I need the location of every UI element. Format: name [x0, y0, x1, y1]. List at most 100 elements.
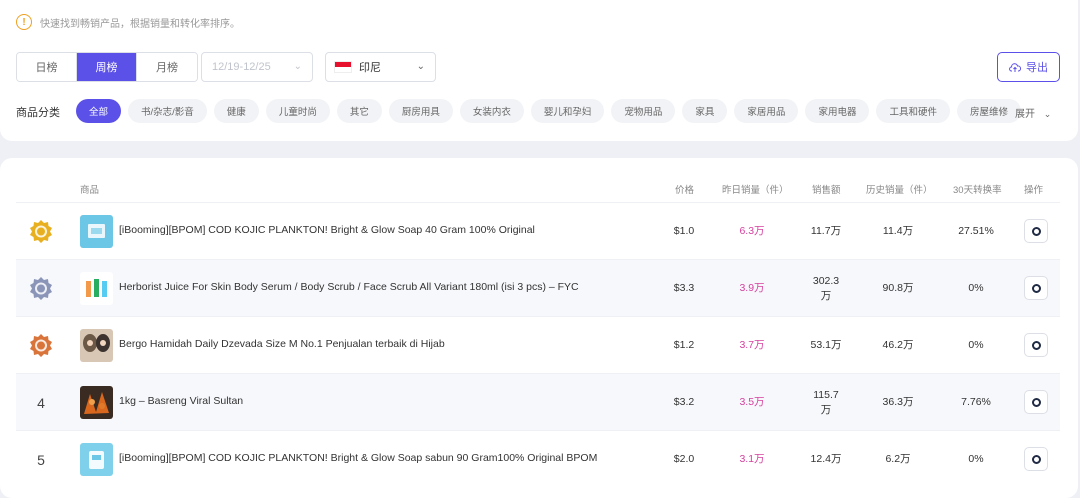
sales-amount-cell: 53.1万 — [810, 339, 842, 351]
sales-amount-cell: 302.3 万 — [812, 274, 840, 302]
medal-icon — [26, 217, 56, 247]
detail-button[interactable] — [1024, 219, 1048, 243]
category-chip[interactable]: 儿童时尚 — [265, 99, 330, 123]
col-conversion: 30天转换率 — [953, 185, 1002, 196]
category-chip[interactable]: 婴儿和孕妇 — [530, 99, 605, 123]
col-action: 操作 — [1024, 185, 1044, 196]
price-cell: $1.2 — [673, 339, 695, 351]
sales-amount-cell: 11.7万 — [810, 225, 842, 237]
col-product: 商品 — [80, 185, 100, 196]
conversion-cell: 0% — [968, 339, 984, 351]
date-range-select[interactable]: 12/19-12/25 ⌄ — [201, 52, 313, 82]
history-sales-cell: 11.4万 — [882, 225, 914, 237]
search-icon — [1031, 397, 1041, 407]
col-yesterday-sales: 昨日销量（件） — [722, 185, 789, 196]
category-chip[interactable]: 家具 — [682, 99, 728, 123]
price-cell: $2.0 — [673, 453, 695, 465]
country-value: 印尼 — [359, 62, 381, 74]
product-name[interactable]: [iBooming][BPOM] COD KOJIC PLANKTON! Bri… — [119, 224, 535, 236]
exclamation-circle-icon: ! — [16, 14, 32, 30]
yesterday-sales-cell: 3.7万 — [739, 339, 765, 351]
price-cell: $1.0 — [673, 225, 695, 237]
category-label: 商品分类 — [16, 107, 60, 119]
ranking-table: 商品 价格 昨日销量（件） 销售额 历史销量（件） 30天转换率 操作 [iBo… — [0, 158, 1078, 498]
filter-panel: ! 快速找到畅销产品，根据销量和转化率排序。 日榜 周榜 月榜 12/19-12… — [0, 0, 1078, 141]
detail-button[interactable] — [1024, 276, 1048, 300]
product-name[interactable]: Herborist Juice For Skin Body Serum / Bo… — [119, 281, 579, 293]
category-chip[interactable]: 宠物用品 — [611, 99, 676, 123]
search-icon — [1031, 226, 1041, 236]
chevron-down-icon: ⌄ — [293, 61, 302, 72]
detail-button[interactable] — [1024, 447, 1048, 471]
tab-weekly[interactable]: 周榜 — [77, 53, 137, 81]
conversion-cell: 0% — [968, 282, 984, 294]
table-row[interactable]: Bergo Hamidah Daily Dzevada Size M No.1 … — [16, 316, 1060, 373]
cloud-upload-icon — [1009, 62, 1021, 72]
tab-daily[interactable]: 日榜 — [17, 53, 77, 81]
yesterday-sales-cell: 6.3万 — [739, 225, 765, 237]
category-chip[interactable]: 书/杂志/影音 — [128, 99, 207, 123]
yesterday-sales-cell: 3.5万 — [739, 396, 765, 408]
chevron-down-icon: ⌄ — [416, 61, 425, 72]
yesterday-sales-cell: 3.9万 — [739, 282, 765, 294]
search-icon — [1031, 283, 1041, 293]
category-chip[interactable]: 房屋维修 — [956, 99, 1021, 123]
category-chips: 全部 书/杂志/影音 健康 儿童时尚 其它 厨房用具 女装内衣 婴儿和孕妇 宠物用品 家具 家居用品… — [76, 99, 1021, 123]
tip-text: 快速找到畅销产品，根据销量和转化率排序。 — [40, 18, 240, 30]
conversion-cell: 0% — [968, 453, 984, 465]
search-icon — [1031, 340, 1041, 350]
sales-amount-cell: 12.4万 — [810, 453, 842, 465]
product-thumbnail[interactable] — [80, 215, 113, 248]
detail-button[interactable] — [1024, 333, 1048, 357]
conversion-cell: 27.51% — [958, 225, 994, 237]
category-chip[interactable]: 工具和硬件 — [876, 99, 950, 123]
table-header: 商品 价格 昨日销量（件） 销售额 历史销量（件） 30天转换率 操作 — [0, 182, 1078, 202]
detail-button[interactable] — [1024, 390, 1048, 414]
col-sales-amount: 销售额 — [812, 185, 841, 196]
tip-bar: ! 快速找到畅销产品，根据销量和转化率排序。 — [16, 14, 240, 30]
chevron-down-icon: ⌄ — [1043, 109, 1052, 119]
medal-icon — [26, 331, 56, 361]
category-chip[interactable]: 全部 — [76, 99, 122, 123]
product-name[interactable]: Bergo Hamidah Daily Dzevada Size M No.1 … — [119, 338, 445, 350]
category-chip[interactable]: 家用电器 — [805, 99, 870, 123]
search-icon — [1031, 454, 1041, 464]
expand-button[interactable]: 展开 ⌄ — [1015, 105, 1051, 120]
category-chip[interactable]: 厨房用具 — [388, 99, 453, 123]
history-sales-cell: 36.3万 — [882, 396, 914, 408]
table-row[interactable]: 5 [iBooming][BPOM] COD KOJIC PLANKTON! Br… — [16, 430, 1060, 487]
history-sales-cell: 90.8万 — [882, 282, 914, 294]
product-thumbnail[interactable] — [80, 329, 113, 362]
medal-icon — [26, 274, 56, 304]
price-cell: $3.2 — [673, 396, 695, 408]
sales-amount-cell: 115.7 万 — [813, 388, 839, 416]
export-label: 导出 — [1026, 62, 1048, 74]
conversion-cell: 7.76% — [961, 396, 991, 408]
product-thumbnail[interactable] — [80, 443, 113, 476]
export-button[interactable]: 导出 — [997, 52, 1060, 82]
yesterday-sales-cell: 3.1万 — [739, 453, 765, 465]
category-chip[interactable]: 家居用品 — [734, 99, 799, 123]
history-sales-cell: 46.2万 — [882, 339, 914, 351]
table-row[interactable]: [iBooming][BPOM] COD KOJIC PLANKTON! Bri… — [16, 202, 1060, 259]
period-tabs: 日榜 周榜 月榜 — [16, 52, 198, 82]
product-thumbnail[interactable] — [80, 386, 113, 419]
price-cell: $3.3 — [673, 282, 695, 294]
product-name[interactable]: 1kg – Basreng Viral Sultan — [119, 395, 243, 407]
table-row[interactable]: 4 1kg – Basreng Viral Sultan $3.2 3.5万 115.7… — [16, 373, 1060, 430]
date-range-value: 12/19-12/25 — [212, 61, 271, 73]
history-sales-cell: 6.2万 — [885, 453, 911, 465]
category-chip[interactable]: 女装内衣 — [459, 99, 524, 123]
table-row[interactable]: Herborist Juice For Skin Body Serum / Bo… — [16, 259, 1060, 316]
product-name[interactable]: [iBooming][BPOM] COD KOJIC PLANKTON! Bri… — [119, 452, 597, 464]
category-chip[interactable]: 其它 — [336, 99, 382, 123]
col-history-sales: 历史销量（件） — [866, 185, 933, 196]
product-thumbnail[interactable] — [80, 272, 113, 305]
expand-label: 展开 — [1015, 109, 1035, 120]
tab-monthly[interactable]: 月榜 — [137, 53, 197, 81]
col-price: 价格 — [675, 185, 695, 196]
category-chip[interactable]: 健康 — [213, 99, 259, 123]
rank-number: 4 — [37, 395, 45, 411]
indonesia-flag-icon — [334, 61, 352, 73]
country-select[interactable]: 印尼 ⌄ — [325, 52, 436, 82]
